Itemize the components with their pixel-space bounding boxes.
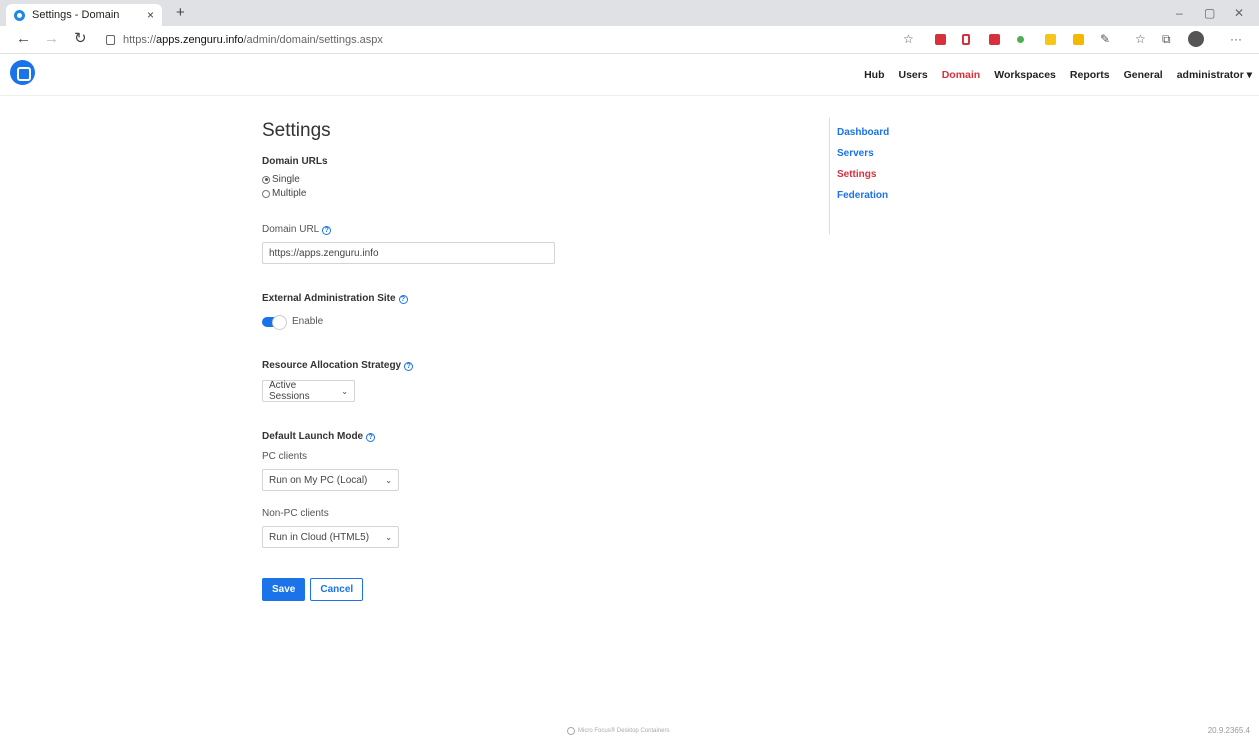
- url-host: apps.zenguru.info: [156, 34, 244, 46]
- nav-item-hub[interactable]: Hub: [864, 69, 884, 81]
- nav-item-users[interactable]: Users: [899, 69, 928, 81]
- external-admin-label: External Administration Site: [262, 293, 396, 304]
- form-actions: Save Cancel: [262, 578, 782, 601]
- domain-url-group: Domain URL?: [262, 219, 782, 264]
- radio-single-label: Single: [272, 174, 300, 185]
- settings-form: Settings Domain URLs Single Multiple Dom…: [262, 120, 782, 601]
- favorites-icon[interactable]: ☆: [1135, 32, 1146, 46]
- nav-item-domain[interactable]: Domain: [942, 69, 981, 81]
- page-title: Settings: [262, 120, 331, 141]
- sidenav-item-settings[interactable]: Settings: [837, 169, 889, 180]
- save-button[interactable]: Save: [262, 578, 306, 601]
- help-icon[interactable]: ?: [398, 295, 408, 304]
- refresh-icon[interactable]: ↻: [74, 31, 87, 47]
- new-tab-button[interactable]: +: [176, 4, 185, 22]
- nav-item-reports[interactable]: Reports: [1070, 69, 1110, 81]
- browser-address-bar: ← → ↻ https://apps.zenguru.info/admin/do…: [0, 26, 1259, 54]
- sidenav-item-servers[interactable]: Servers: [837, 148, 889, 159]
- tab-title: Settings - Domain: [32, 9, 120, 21]
- footer-brand-text: Micro Focus® Desktop Containers: [578, 728, 670, 734]
- pc-clients-label: PC clients: [262, 451, 308, 462]
- extension-icon[interactable]: [962, 34, 970, 45]
- extension-icon[interactable]: [989, 34, 1000, 45]
- extension-icon[interactable]: [1045, 34, 1056, 45]
- nav-item-general[interactable]: General: [1124, 69, 1163, 81]
- chevron-down-icon: ⌄: [385, 532, 392, 542]
- nonpc-clients-label: Non-PC clients: [262, 508, 329, 519]
- pc-clients-value: Run on My PC (Local): [269, 474, 368, 486]
- top-navigation: Hub Users Domain Workspaces Reports Gene…: [864, 69, 1252, 81]
- radio-unchecked-icon[interactable]: [262, 189, 270, 198]
- more-menu-icon[interactable]: ···: [1230, 32, 1242, 46]
- enable-label: Enable: [292, 316, 324, 327]
- chevron-down-icon: ⌄: [341, 386, 348, 396]
- forward-arrow-icon[interactable]: →: [44, 31, 59, 47]
- help-icon[interactable]: ?: [404, 362, 414, 371]
- site-favicon-icon: [14, 9, 25, 21]
- user-menu[interactable]: administrator ▾: [1177, 69, 1252, 81]
- pc-clients-select[interactable]: Run on My PC (Local) ⌄: [262, 469, 399, 491]
- chevron-down-icon: ⌄: [385, 475, 392, 485]
- url-field[interactable]: https://apps.zenguru.info/admin/domain/s…: [106, 30, 936, 50]
- collections-icon[interactable]: ⧉: [1162, 32, 1171, 47]
- sidenav-item-dashboard[interactable]: Dashboard: [837, 127, 889, 138]
- resource-strategy-label: Resource Allocation Strategy: [262, 360, 402, 371]
- domain-urls-label: Domain URLs: [262, 156, 328, 167]
- app-header: Hub Users Domain Workspaces Reports Gene…: [0, 54, 1259, 96]
- domain-url-label: Domain URL: [262, 224, 320, 235]
- url-prefix: https://: [123, 34, 157, 46]
- help-icon[interactable]: ?: [366, 433, 376, 442]
- resource-strategy-value: Active Sessions: [269, 380, 310, 402]
- nonpc-clients-value: Run in Cloud (HTML5): [269, 531, 370, 543]
- sidenav-item-federation[interactable]: Federation: [837, 190, 889, 201]
- version-label: 20.9.2365.4: [1207, 726, 1250, 735]
- radio-single[interactable]: Single: [262, 174, 782, 185]
- minimize-icon[interactable]: –: [1176, 6, 1183, 20]
- help-icon[interactable]: ?: [322, 226, 332, 235]
- extension-icon[interactable]: [1073, 34, 1084, 45]
- tab-close-icon[interactable]: ×: [147, 8, 154, 22]
- nonpc-clients-select[interactable]: Run in Cloud (HTML5) ⌄: [262, 526, 399, 548]
- favorite-star-icon[interactable]: ☆: [903, 32, 914, 46]
- app-logo-icon[interactable]: [10, 60, 35, 85]
- url-path: /admin/domain/settings.aspx: [243, 34, 383, 46]
- domain-side-nav: Dashboard Servers Settings Federation: [829, 118, 889, 234]
- lock-icon: [106, 35, 115, 45]
- resource-strategy-group: Resource Allocation Strategy? Active Ses…: [262, 355, 782, 402]
- radio-multiple-label: Multiple: [272, 188, 307, 199]
- extension-icon[interactable]: [935, 34, 946, 45]
- browser-tab[interactable]: Settings - Domain ×: [6, 4, 162, 26]
- domain-url-input[interactable]: [262, 242, 555, 264]
- restore-icon[interactable]: ▢: [1204, 6, 1215, 20]
- radio-checked-icon[interactable]: [262, 175, 270, 184]
- cancel-button[interactable]: Cancel: [310, 578, 364, 601]
- resource-strategy-select[interactable]: Active Sessions ⌄: [262, 380, 355, 402]
- extension-icon[interactable]: [1017, 36, 1024, 43]
- close-window-icon[interactable]: ✕: [1234, 6, 1244, 20]
- nav-item-workspaces[interactable]: Workspaces: [994, 69, 1056, 81]
- enable-toggle[interactable]: [262, 314, 287, 330]
- profile-avatar[interactable]: [1188, 31, 1204, 47]
- back-arrow-icon[interactable]: ←: [16, 31, 31, 47]
- footer-brand: Micro Focus® Desktop Containers: [567, 727, 669, 735]
- launch-mode-label: Default Launch Mode: [262, 431, 364, 442]
- browser-tab-bar: Settings - Domain × + – ▢ ✕: [0, 0, 1259, 26]
- external-admin-group: External Administration Site? Enable: [262, 288, 782, 330]
- extension-icon[interactable]: ✎: [1100, 32, 1110, 46]
- launch-mode-group: Default Launch Mode? PC clients Run on M…: [262, 426, 782, 548]
- micro-focus-logo-icon: [567, 727, 575, 735]
- radio-multiple[interactable]: Multiple: [262, 188, 782, 199]
